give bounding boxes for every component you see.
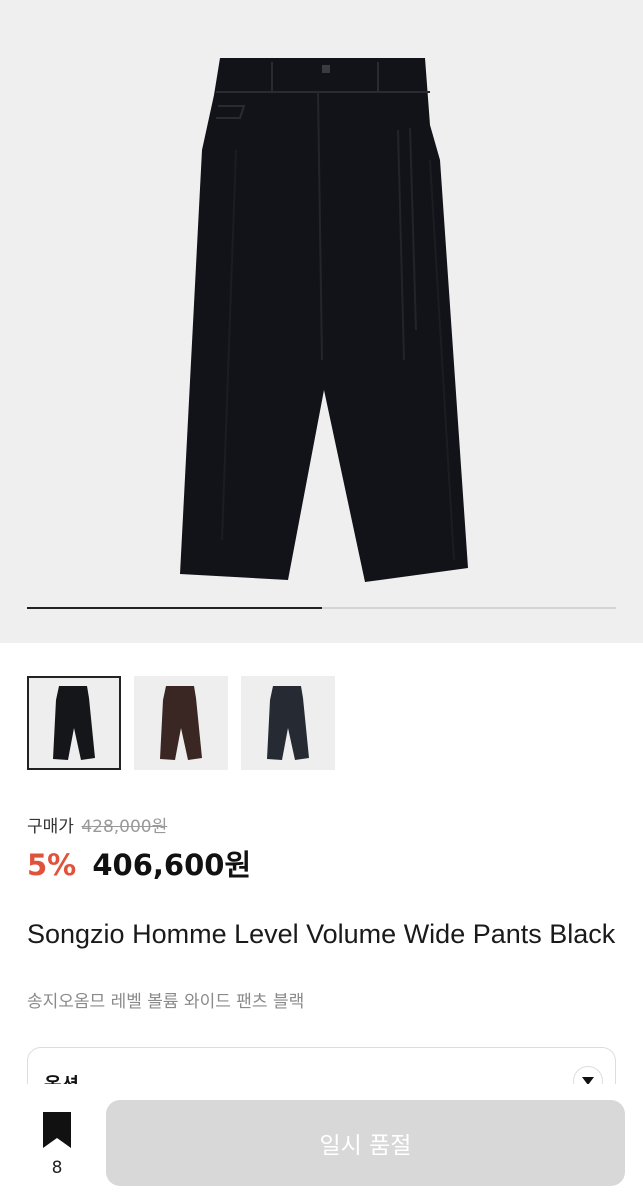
original-price: 428,000원 [81, 817, 168, 837]
gallery-progress-track [27, 607, 616, 609]
product-subtitle: 송지오옴므 레벨 볼륨 와이드 팬츠 블랙 [27, 992, 305, 1012]
discount-rate: 5% [27, 848, 77, 882]
price-label: 구매가 [27, 817, 74, 837]
product-title: Songzio Homme Level Volume Wide Pants Bl… [27, 919, 616, 949]
product-image-gallery[interactable] [0, 0, 643, 643]
thumbnail-navy[interactable] [241, 676, 335, 770]
thumbnail-strip [27, 676, 335, 770]
sold-out-button[interactable]: 일시 품절 [106, 1100, 625, 1186]
thumbnail-navy-image [267, 686, 309, 760]
product-main-image [180, 58, 468, 582]
thumbnail-brown[interactable] [134, 676, 228, 770]
price-label-row: 구매가 428,000원 [27, 812, 167, 837]
bookmark-count: 8 [51, 1158, 63, 1178]
gallery-progress-fill [27, 607, 322, 609]
thumbnail-black-image [53, 686, 95, 760]
thumbnail-brown-image [160, 686, 202, 760]
bookmark-button[interactable]: 8 [37, 1112, 77, 1178]
thumbnail-black[interactable] [27, 676, 121, 770]
bookmark-icon [43, 1112, 71, 1148]
bottom-action-bar: 8 일시 품절 [0, 1084, 643, 1200]
sale-price: 406,600원 [92, 848, 252, 882]
sale-price-row: 5% 406,600원 [27, 842, 251, 884]
